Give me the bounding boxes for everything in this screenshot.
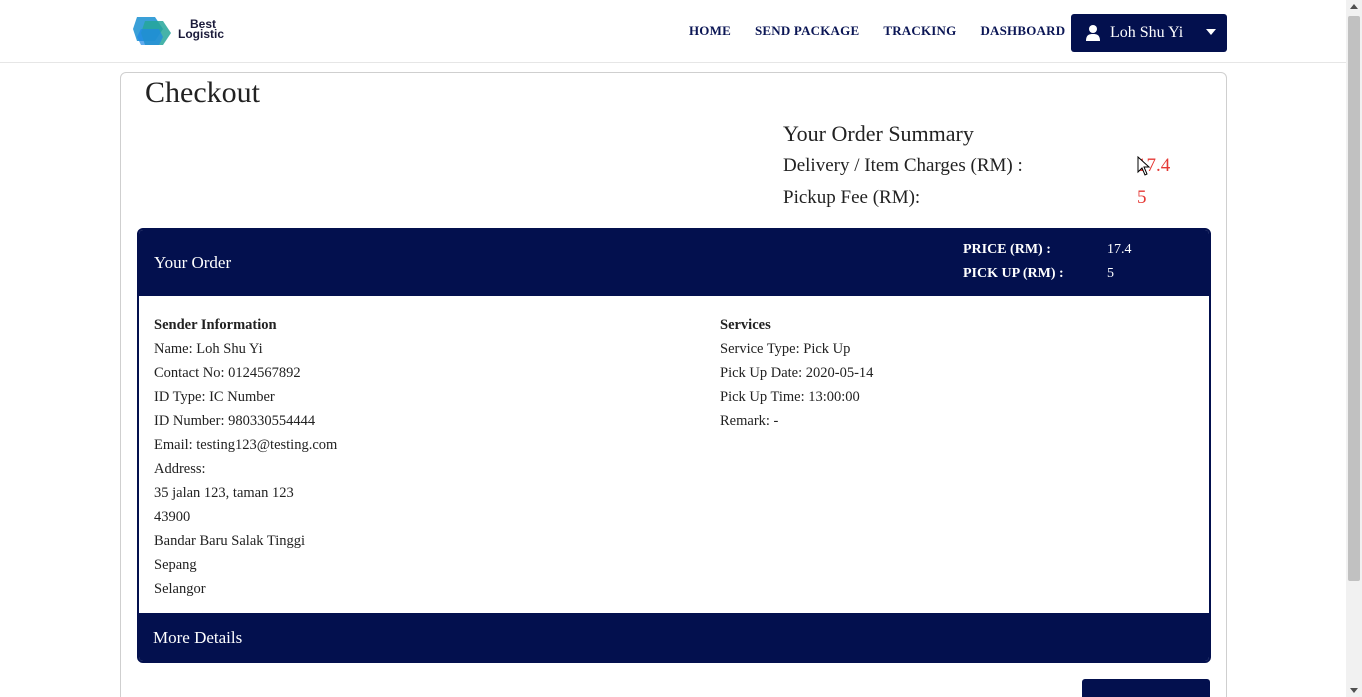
order-price-label: PRICE (RM) : xyxy=(963,242,1051,257)
summary-pickup-value: 5 xyxy=(1137,187,1147,208)
sender-information: Sender Information Name: Loh Shu Yi Cont… xyxy=(154,313,337,601)
sender-state: Selangor xyxy=(154,581,206,597)
order-pickup-value: 5 xyxy=(1107,266,1114,281)
user-icon xyxy=(1086,25,1100,41)
pickup-date: Pick Up Date: 2020-05-14 xyxy=(720,365,874,381)
summary-row-pickup: Pickup Fee (RM): 5 xyxy=(783,187,1183,219)
order-price-value: 17.4 xyxy=(1107,242,1132,257)
summary-row-delivery: Delivery / Item Charges (RM) : 17.4 xyxy=(783,155,1183,187)
sender-address-label: Address: xyxy=(154,461,206,477)
service-type: Service Type: Pick Up xyxy=(720,341,851,357)
order-price-row: PRICE (RM) : 17.4 xyxy=(963,242,1132,266)
more-details-label: More Details xyxy=(153,628,243,647)
sender-city: Bandar Baru Salak Tinggi xyxy=(154,533,306,549)
scroll-down-arrow-icon[interactable] xyxy=(1350,688,1358,693)
sender-postcode: 43900 xyxy=(154,509,191,525)
services-heading: Services xyxy=(720,317,771,333)
summary-pickup-label: Pickup Fee (RM): xyxy=(783,187,921,208)
your-order-title: Your Order xyxy=(154,253,232,272)
order-price-block: PRICE (RM) : 17.4 PICK UP (RM) : 5 xyxy=(963,242,1132,290)
pickup-time: Pick Up Time: 13:00:00 xyxy=(720,389,860,405)
brand-logo[interactable]: Best Logistic xyxy=(133,15,233,47)
caret-down-icon xyxy=(1206,29,1216,35)
order-pickup-label: PICK UP (RM) : xyxy=(963,266,1064,281)
brand-wordmark: Best Logistic xyxy=(178,18,225,41)
page-scrollbar-thumb[interactable] xyxy=(1348,16,1360,581)
service-remark: Remark: - xyxy=(720,413,779,429)
sender-email: Email: testing123@testing.com xyxy=(154,437,338,453)
order-summary-title: Your Order Summary xyxy=(783,121,974,146)
your-order-panel: Your Order PRICE (RM) : 17.4 PICK UP (RM… xyxy=(137,228,1211,663)
nav-dashboard-link[interactable]: DASHBOARD xyxy=(980,23,1065,39)
sender-heading: Sender Information xyxy=(154,317,277,333)
sender-id-number: ID Number: 980330554444 xyxy=(154,413,316,429)
logo-mark-icon xyxy=(133,17,171,45)
user-menu-button[interactable]: Loh Shu Yi xyxy=(1071,14,1227,52)
sender-name: Name: Loh Shu Yi xyxy=(154,341,263,357)
brand-line-2: Logistic xyxy=(178,27,225,41)
nav-home-link[interactable]: HOME xyxy=(689,23,731,39)
summary-delivery-label: Delivery / Item Charges (RM) : xyxy=(783,155,1023,176)
top-navbar: Best Logistic HOME SEND PACKAGE TRACKING… xyxy=(0,0,1346,63)
nav-send-package-link[interactable]: SEND PACKAGE xyxy=(755,23,859,39)
your-order-header: Your Order PRICE (RM) : 17.4 PICK UP (RM… xyxy=(139,230,1209,296)
sender-contact: Contact No: 0124567892 xyxy=(154,365,301,381)
checkout-action-button[interactable] xyxy=(1082,679,1210,697)
services-information: Services Service Type: Pick Up Pick Up D… xyxy=(720,313,873,433)
nav-links: HOME SEND PACKAGE TRACKING DASHBOARD xyxy=(689,23,1089,39)
scroll-up-arrow-icon[interactable] xyxy=(1350,4,1358,9)
order-summary: Your Order Summary Delivery / Item Charg… xyxy=(783,121,1183,219)
more-details-bar[interactable]: More Details xyxy=(139,613,1209,661)
sender-id-type: ID Type: IC Number xyxy=(154,389,275,405)
sender-address-line-1: 35 jalan 123, taman 123 xyxy=(154,485,294,501)
order-pickup-row: PICK UP (RM) : 5 xyxy=(963,266,1114,290)
nav-tracking-link[interactable]: TRACKING xyxy=(883,23,956,39)
mouse-cursor-icon xyxy=(1137,156,1151,176)
sender-district: Sepang xyxy=(154,557,197,573)
user-name: Loh Shu Yi xyxy=(1110,24,1184,41)
page-title: Checkout xyxy=(145,76,260,109)
